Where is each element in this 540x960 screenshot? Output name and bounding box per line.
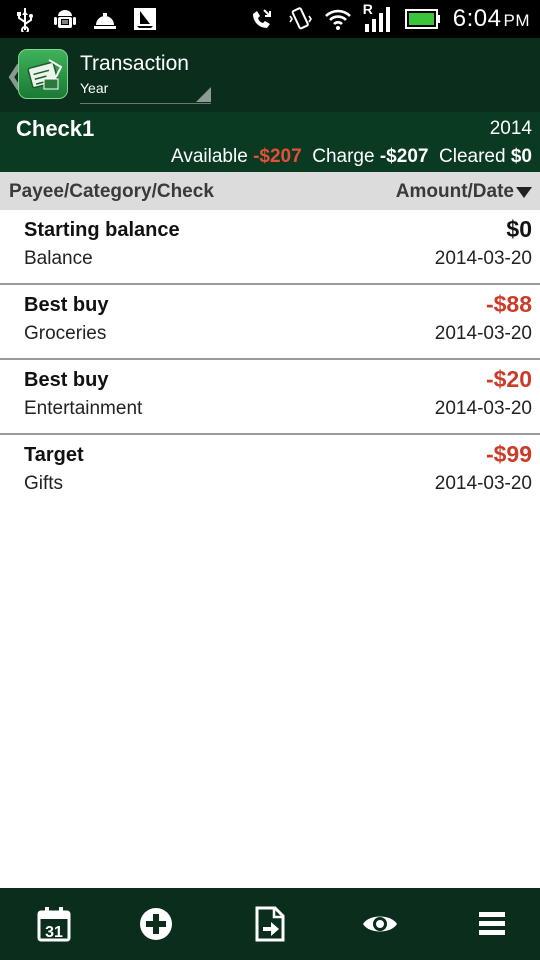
- period-spinner[interactable]: Year: [80, 80, 211, 104]
- menu-button[interactable]: [438, 888, 540, 960]
- transaction-category: Entertainment: [24, 398, 143, 419]
- transaction-date: 2014-03-20: [434, 248, 532, 269]
- transaction-date: 2014-03-20: [434, 323, 532, 344]
- transaction-row[interactable]: Starting balance Balance $0 2014-03-20: [0, 210, 540, 285]
- transaction-date: 2014-03-20: [434, 473, 532, 494]
- account-header: Check1 2014 Available -$207 Charge -$207…: [0, 112, 540, 172]
- wifi-icon: [324, 9, 351, 30]
- transaction-date: 2014-03-20: [434, 398, 532, 419]
- calendar-day: 31: [45, 924, 63, 941]
- account-year: 2014: [489, 118, 532, 139]
- status-bar: R 6:04 PM: [0, 0, 540, 38]
- cleared-value: $0: [510, 146, 532, 167]
- charge-label: Charge: [312, 146, 375, 167]
- menu-icon: [479, 912, 505, 935]
- charge-value: -$207: [379, 146, 429, 167]
- clock-ampm: PM: [503, 11, 530, 30]
- account-summary: Available -$207 Charge -$207 Cleared $0: [171, 146, 532, 168]
- sailboat-icon: [134, 8, 156, 30]
- transaction-payee: Best buy: [24, 369, 109, 391]
- spinner-arrow-icon: [196, 87, 211, 102]
- eye-icon: [363, 916, 397, 932]
- transaction-amount: $0: [506, 216, 532, 242]
- available-value: -$207: [253, 146, 302, 167]
- battery-icon: [404, 9, 440, 29]
- add-icon: [140, 908, 172, 940]
- transaction-category: Groceries: [24, 323, 107, 344]
- view-button[interactable]: [326, 888, 434, 960]
- clock-time: 6:04: [452, 5, 502, 32]
- transaction-amount: -$88: [485, 291, 532, 317]
- transaction-list: Starting balance Balance $0 2014-03-20 B…: [0, 210, 540, 510]
- transaction-payee: Best buy: [24, 294, 109, 316]
- missed-call-icon: [252, 9, 271, 28]
- export-icon: [255, 906, 285, 942]
- transaction-payee: Target: [24, 444, 84, 466]
- column-header-amount-date-label: Amount/Date: [395, 181, 514, 202]
- column-header-payee[interactable]: Payee/Category/Check: [9, 181, 214, 203]
- vibrate-icon: [289, 7, 312, 30]
- transaction-category: Balance: [24, 248, 93, 269]
- transaction-category: Gifts: [24, 473, 64, 494]
- transaction-row[interactable]: Target Gifts -$99 2014-03-20: [0, 435, 540, 510]
- bottom-toolbar: 31: [0, 888, 540, 960]
- page-title: Transaction: [80, 52, 189, 75]
- calendar-button[interactable]: 31: [0, 888, 108, 960]
- export-button[interactable]: [216, 888, 324, 960]
- account-name: Check1: [16, 116, 95, 141]
- calendar-icon: 31: [37, 907, 71, 942]
- period-spinner-value: Year: [80, 80, 109, 96]
- transaction-amount: -$20: [485, 366, 532, 392]
- transaction-row[interactable]: Best buy Entertainment -$20 2014-03-20: [0, 360, 540, 435]
- add-button[interactable]: [102, 888, 210, 960]
- action-bar: ❮ Transaction Year: [0, 38, 540, 112]
- signal-icon: R: [363, 1, 393, 34]
- transaction-row[interactable]: Best buy Groceries -$88 2014-03-20: [0, 285, 540, 360]
- cleared-label: Cleared: [439, 146, 506, 167]
- column-header: Payee/Category/Check Amount/Date: [0, 172, 540, 210]
- available-label: Available: [171, 146, 248, 167]
- clock: 6:04 PM: [453, 5, 530, 33]
- service-bell-icon: [94, 13, 116, 29]
- usb-icon: [17, 8, 33, 32]
- transaction-payee: Starting balance: [24, 219, 180, 241]
- checkbook-app-icon[interactable]: [18, 49, 68, 99]
- sort-arrow-icon: [516, 186, 532, 198]
- android-debug-icon: [54, 10, 76, 28]
- column-header-amount-date[interactable]: Amount/Date: [396, 181, 532, 203]
- transaction-amount: -$99: [485, 441, 532, 467]
